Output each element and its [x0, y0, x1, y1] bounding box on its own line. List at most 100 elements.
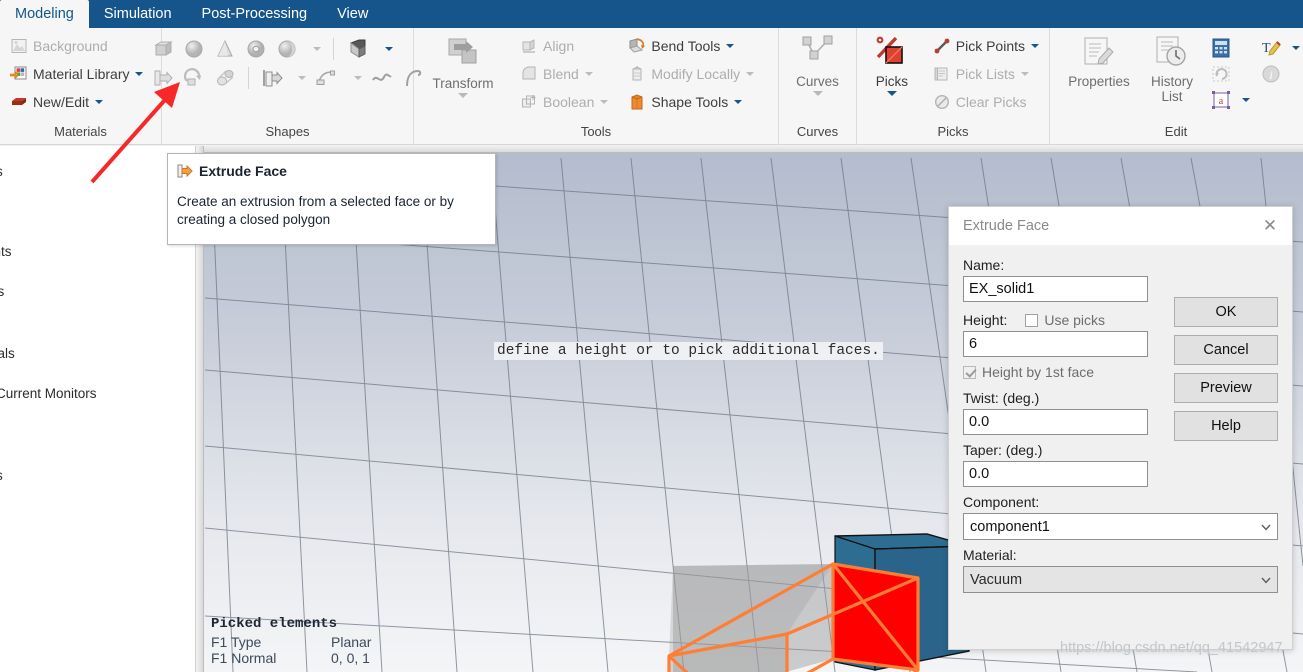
chevron-down-icon[interactable]: [1020, 72, 1029, 76]
ok-button[interactable]: OK: [1174, 297, 1278, 327]
component-select[interactable]: component1: [963, 513, 1278, 540]
rotate-face-icon[interactable]: [183, 67, 205, 89]
height-input[interactable]: [963, 331, 1148, 357]
chevron-down-icon[interactable]: [458, 93, 468, 98]
background-button[interactable]: Background: [6, 33, 147, 59]
use-picks-checkbox-wrap[interactable]: Use picks: [1025, 312, 1105, 328]
chevron-down-icon[interactable]: [812, 91, 823, 96]
brick-icon[interactable]: [152, 38, 174, 60]
extrude-face-dialog[interactable]: Extrude Face ✕ Name: Height: Use picks: [948, 206, 1293, 650]
taper-input[interactable]: [963, 461, 1148, 487]
picked-elements-panel: Picked elements F1 Type Planar F1 Normal…: [211, 616, 371, 666]
picked-row-normal: F1 Normal 0, 0, 1: [211, 650, 371, 666]
chevron-down-icon[interactable]: [135, 72, 144, 76]
pick-points-button[interactable]: Pick Points: [929, 33, 1043, 59]
picked-elements-header: Picked elements: [211, 616, 338, 632]
chevron-down-icon[interactable]: [1292, 46, 1300, 50]
chevron-down-icon[interactable]: [1242, 98, 1250, 102]
tools-column-a: Align Blend Boolean: [516, 33, 612, 115]
material-label: Material:: [963, 547, 1017, 563]
material-library-button[interactable]: Material Library: [6, 61, 147, 87]
chevron-down-icon[interactable]: [886, 91, 897, 96]
cone-icon[interactable]: [214, 38, 236, 60]
chevron-down-icon[interactable]: [95, 100, 104, 104]
info-icon[interactable]: i: [1260, 63, 1282, 85]
bond-wire-icon[interactable]: [371, 67, 393, 89]
cancel-button[interactable]: Cancel: [1174, 335, 1278, 365]
torus-icon[interactable]: [245, 38, 267, 60]
background-icon: [10, 37, 28, 55]
material-select[interactable]: Vacuum: [963, 566, 1278, 593]
chevron-down-icon[interactable]: [584, 72, 593, 76]
tree-item-2[interactable]: es: [0, 284, 4, 299]
tree-item-1[interactable]: ents: [0, 244, 12, 259]
chevron-down-icon[interactable]: [600, 100, 609, 104]
calculator-icon[interactable]: [1210, 37, 1232, 59]
extrude-profile-icon[interactable]: [261, 67, 283, 89]
text-edit-icon[interactable]: T: [1260, 37, 1282, 59]
blend-button[interactable]: Blend: [516, 61, 612, 87]
align-button[interactable]: Align: [516, 33, 612, 59]
curves-button[interactable]: Curves: [785, 33, 850, 96]
parameter-icon[interactable]: a: [1210, 89, 1232, 111]
name-input[interactable]: [963, 276, 1148, 302]
twist-input[interactable]: [963, 409, 1148, 435]
chevron-down-icon[interactable]: [746, 72, 755, 76]
tree-item-3[interactable]: nals: [0, 346, 15, 361]
picks-button[interactable]: Picks: [863, 33, 921, 96]
close-icon[interactable]: ✕: [1258, 214, 1282, 238]
chevron-down-icon[interactable]: [1031, 44, 1039, 48]
chevron-down-icon[interactable]: [1259, 520, 1273, 534]
help-button[interactable]: Help: [1174, 411, 1278, 441]
dialog-left-column: Name: Height: Use picks Height by 1st fa…: [963, 257, 1278, 593]
properties-button[interactable]: Properties: [1062, 33, 1136, 89]
history-list-label: History List: [1150, 74, 1193, 104]
height-by-1st-face-checkbox[interactable]: [963, 365, 976, 379]
tab-modeling[interactable]: Modeling: [0, 0, 89, 28]
clear-picks-button[interactable]: Clear Picks: [929, 89, 1043, 115]
height-by-face-row[interactable]: Height by 1st face: [963, 364, 1148, 380]
pick-lists-button[interactable]: Pick Lists: [929, 61, 1043, 87]
bend-tools-button[interactable]: Bend Tools: [624, 33, 758, 59]
extrude-solid-icon[interactable]: [346, 37, 370, 61]
viewport-prompt-text: define a height or to pick additional fa…: [494, 342, 883, 360]
edit-mini-column-a: a: [1210, 33, 1250, 111]
new-edit-button[interactable]: New/Edit: [6, 89, 147, 115]
boolean-button[interactable]: Boolean: [516, 89, 612, 115]
trace-icon[interactable]: [315, 67, 339, 89]
modify-locally-icon: [628, 65, 646, 83]
refresh-icon[interactable]: [1210, 63, 1232, 85]
divider: [247, 67, 249, 89]
chevron-down-icon[interactable]: [297, 76, 306, 80]
extrude-face-icon[interactable]: [152, 67, 174, 89]
use-picks-checkbox[interactable]: [1025, 313, 1039, 327]
tab-view[interactable]: View: [322, 0, 383, 28]
chevron-down-icon[interactable]: [353, 76, 362, 80]
history-list-button[interactable]: History List: [1140, 33, 1204, 104]
chevron-down-icon[interactable]: [312, 47, 321, 51]
ribbon-group-shapes: Shapes: [153, 28, 421, 145]
sphere-icon[interactable]: [183, 38, 205, 60]
edit-grid: Properties History List a T i: [1062, 33, 1300, 111]
tab-simulation[interactable]: Simulation: [89, 0, 187, 28]
chevron-down-icon[interactable]: [734, 100, 743, 104]
loft-icon[interactable]: [214, 67, 236, 89]
chevron-down-icon[interactable]: [1259, 573, 1273, 587]
picked-row-type: F1 Type Planar: [211, 634, 371, 650]
transform-button[interactable]: Transform: [420, 33, 506, 98]
chevron-down-icon[interactable]: [726, 44, 735, 48]
tree-item-4[interactable]: Current Monitors: [0, 386, 97, 401]
calculator-row: [1210, 37, 1250, 59]
modify-locally-button[interactable]: Modify Locally: [624, 61, 758, 87]
properties-label: Properties: [1068, 74, 1130, 89]
tab-post-processing[interactable]: Post-Processing: [187, 0, 323, 28]
transform-icon: [442, 35, 484, 73]
ellipsoid-icon[interactable]: [276, 38, 298, 60]
divider: [332, 38, 334, 60]
chevron-down-icon[interactable]: [384, 47, 393, 51]
shape-tools-button[interactable]: Shape Tools: [624, 89, 758, 115]
tree-item-5[interactable]: s: [0, 468, 3, 483]
preview-button[interactable]: Preview: [1174, 373, 1278, 403]
tree-item-0[interactable]: s: [0, 164, 3, 179]
